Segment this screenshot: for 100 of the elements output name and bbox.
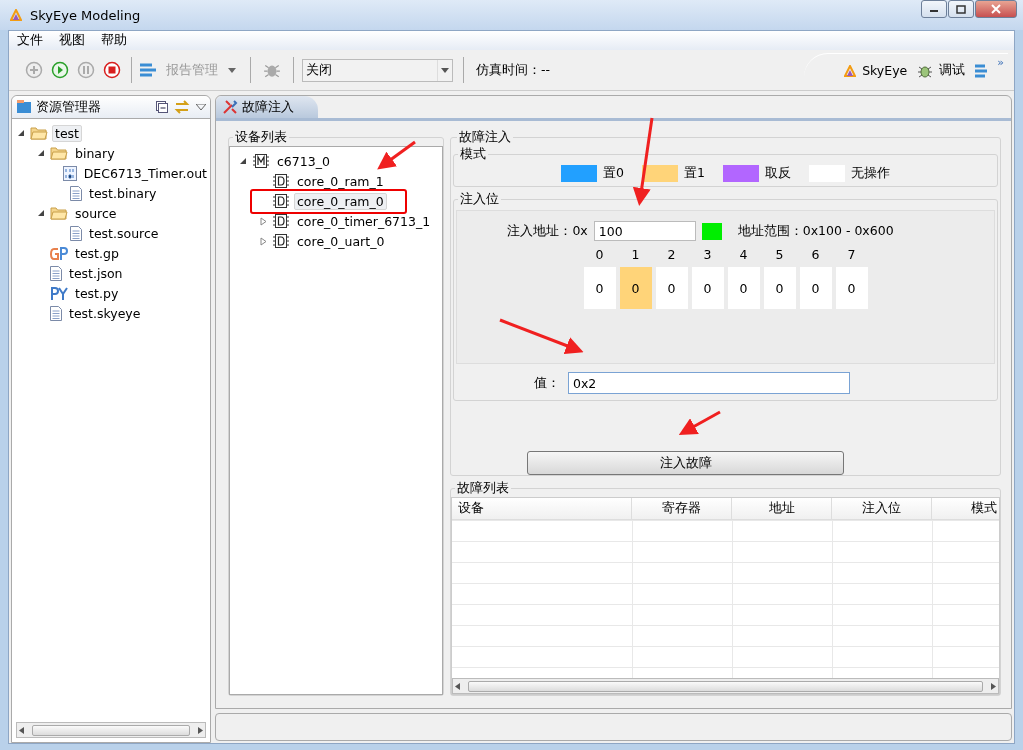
tree-item[interactable]: test: [52, 124, 82, 142]
mode-dropdown[interactable]: 关闭: [302, 58, 453, 82]
chip-icon: [272, 213, 290, 229]
bit-cell[interactable]: 0: [727, 267, 760, 309]
column-header[interactable]: 设备: [452, 498, 632, 519]
binary-file-icon: [62, 165, 77, 181]
address-field[interactable]: 100: [593, 221, 696, 241]
column-header[interactable]: 注入位: [832, 498, 932, 519]
minimize-button[interactable]: [921, 0, 947, 18]
caret-icon: [441, 67, 449, 73]
chip-icon: [252, 153, 270, 169]
maximize-button[interactable]: [948, 0, 974, 18]
window-title: SkyEye Modeling: [30, 7, 141, 23]
collapse-arrow[interactable]: [238, 157, 248, 165]
perspective-button[interactable]: 调试: [917, 62, 966, 79]
tree-item[interactable]: test.binary: [86, 184, 160, 202]
collapse-arrow[interactable]: [16, 129, 26, 137]
collapse-arrow[interactable]: [36, 149, 46, 157]
annotation-arrow: [377, 140, 416, 170]
bit-index: 7: [846, 247, 857, 264]
simulation-time: 仿真时间：--: [476, 61, 551, 79]
app-logo-icon: [10, 9, 22, 21]
chip-icon: [272, 193, 290, 209]
bit-cell[interactable]: 0: [691, 267, 724, 309]
menu-item[interactable]: 文件: [11, 32, 49, 49]
panel-title: 故障列表: [455, 480, 511, 497]
bit-cell[interactable]: 0: [583, 267, 616, 309]
address-range: 地址范围：0x100 - 0x600: [737, 222, 894, 240]
more-button[interactable]: »: [997, 55, 1004, 69]
bit-cell[interactable]: 0: [799, 267, 832, 309]
bit-cell[interactable]: 0: [619, 267, 652, 309]
scroll-left-icon[interactable]: [455, 682, 460, 690]
bit-index: 2: [666, 247, 677, 264]
bit-cell[interactable]: 0: [835, 267, 868, 309]
annotation-arrow: [678, 410, 721, 435]
close-icon: [991, 4, 1001, 14]
inject-fault-button[interactable]: 注入故障: [527, 451, 844, 475]
tree-item[interactable]: test.source: [86, 224, 162, 242]
value-field[interactable]: 0x2: [568, 372, 850, 394]
bit-index: 6: [810, 247, 821, 264]
tree-item[interactable]: source: [72, 204, 120, 222]
scroll-right-icon[interactable]: [991, 682, 996, 690]
view-menu-icon[interactable]: [196, 104, 206, 110]
group-title: 注入位: [458, 191, 501, 208]
column-header[interactable]: 地址: [732, 498, 832, 519]
bit-index: 5: [774, 247, 785, 264]
tree-item[interactable]: core_0_ram_0: [294, 192, 387, 210]
document-icon: [50, 265, 62, 281]
horizontal-scrollbar[interactable]: [16, 722, 206, 738]
perspective-button[interactable]: SkyEye: [844, 63, 908, 78]
collapse-all-icon[interactable]: [156, 101, 168, 113]
caret-icon: [228, 67, 236, 73]
editor-tab[interactable]: 故障注入: [216, 96, 318, 118]
wrench-icon: [222, 99, 238, 115]
tree-item[interactable]: binary: [72, 144, 118, 162]
menu-item[interactable]: 视图: [53, 32, 91, 49]
tree-item[interactable]: test.py: [72, 284, 122, 302]
tree-item[interactable]: c6713_0: [274, 152, 333, 170]
python-file-icon: [50, 285, 68, 301]
mode-label: 置1: [684, 165, 705, 182]
bit-index: 3: [702, 247, 713, 264]
horizontal-scrollbar[interactable]: [452, 678, 999, 694]
expand-arrow[interactable]: [258, 216, 268, 226]
bit-cell[interactable]: 0: [763, 267, 796, 309]
folder-icon: [50, 146, 68, 160]
folder-icon: [50, 206, 68, 220]
tree-item[interactable]: core_0_uart_0: [294, 232, 388, 250]
panel-title: 故障注入: [457, 129, 513, 146]
scroll-right-icon[interactable]: [198, 726, 203, 734]
mode-label: 取反: [764, 165, 791, 182]
menu-item[interactable]: 帮助: [95, 32, 133, 49]
bug-icon: [917, 63, 934, 78]
bit-index: 1: [630, 247, 641, 264]
column-header[interactable]: 寄存器: [632, 498, 732, 519]
address-label: 注入地址：0x: [507, 222, 588, 240]
tree-item[interactable]: test.gp: [72, 244, 122, 262]
collapse-arrow[interactable]: [36, 209, 46, 217]
list-icon[interactable]: [140, 63, 156, 77]
maximize-icon: [956, 4, 966, 14]
bit-index: 4: [738, 247, 749, 264]
column-header[interactable]: 模式: [932, 498, 999, 519]
tree-item[interactable]: core_0_timer_6713_1: [294, 212, 434, 230]
expand-arrow[interactable]: [258, 236, 268, 246]
stop-icon[interactable]: [101, 59, 123, 81]
document-icon: [70, 225, 82, 241]
bit-cell[interactable]: 0: [655, 267, 688, 309]
scroll-left-icon[interactable]: [19, 726, 24, 734]
tree-item[interactable]: test.json: [66, 264, 126, 282]
chip-icon: [272, 173, 290, 189]
group-title: 模式: [458, 146, 488, 163]
folder-view-icon: [16, 100, 32, 114]
tree-item[interactable]: DEC6713_Timer.out: [80, 164, 210, 182]
panel-title: 设备列表: [233, 129, 289, 146]
tree-item[interactable]: core_0_ram_1: [294, 172, 387, 190]
chip-icon: [272, 233, 290, 249]
close-button[interactable]: [975, 0, 1017, 18]
bit-index: 0: [594, 247, 605, 264]
tree-item[interactable]: test.skyeye: [66, 304, 144, 322]
play-icon[interactable]: [49, 59, 71, 81]
list-icon[interactable]: [975, 63, 988, 78]
